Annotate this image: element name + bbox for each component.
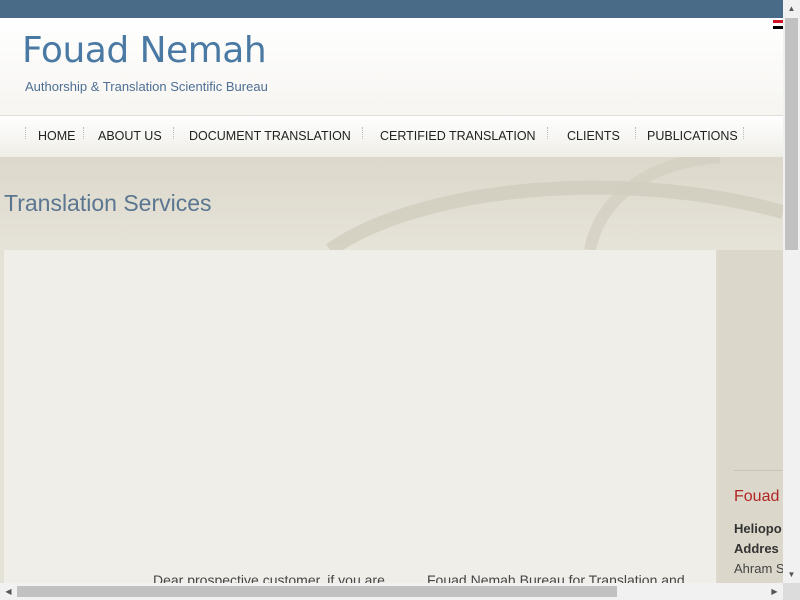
site-logo-subtitle: Authorship & Translation Scientific Bure… (25, 79, 268, 94)
nav-separator (362, 127, 364, 139)
nav-item-document-translation[interactable]: DOCUMENT TRANSLATION (189, 129, 351, 143)
nav-item-about-us[interactable]: ABOUT US (98, 129, 162, 143)
main-content-panel (4, 250, 718, 585)
vertical-scrollbar[interactable]: ▲ ▼ (783, 0, 800, 583)
nav-separator (25, 127, 27, 139)
vertical-scroll-thumb[interactable] (785, 18, 798, 250)
scroll-up-icon[interactable]: ▲ (783, 0, 800, 17)
scroll-down-icon[interactable]: ▼ (783, 566, 800, 583)
nav-separator (743, 127, 745, 139)
site-logo-title[interactable]: Fouad Nemah (22, 30, 267, 71)
sidebar-contact-title: Fouad (734, 488, 780, 505)
egypt-flag-icon[interactable] (773, 20, 783, 29)
horizontal-scrollbar[interactable]: ◀ ▶ (0, 583, 783, 600)
horizontal-scroll-thumb[interactable] (17, 586, 617, 597)
nav-separator (635, 127, 637, 139)
top-bar (0, 0, 783, 18)
site-header: Fouad Nemah Authorship & Translation Sci… (0, 18, 783, 115)
scrollbar-corner (783, 583, 800, 600)
nav-item-certified-translation[interactable]: CERTIFIED TRANSLATION (380, 129, 536, 143)
sidebar-address-label: Addres (734, 541, 779, 556)
sidebar-address-text: Ahram S (734, 561, 783, 576)
nav-separator (83, 127, 85, 139)
nav-item-publications[interactable]: PUBLICATIONS (647, 129, 738, 143)
nav-separator (547, 127, 549, 139)
nav-item-home[interactable]: HOME (38, 129, 76, 143)
main-navigation: HOME ABOUT US DOCUMENT TRANSLATION CERTI… (0, 115, 783, 158)
sidebar-location: Heliopo (734, 521, 782, 536)
sidebar-contact-clip: Fouad Heliopo Addres Ahram S (734, 470, 783, 585)
page-title: Translation Services (4, 190, 212, 216)
scroll-left-icon[interactable]: ◀ (0, 583, 17, 600)
nav-item-clients[interactable]: CLIENTS (567, 129, 620, 143)
scroll-right-icon[interactable]: ▶ (766, 583, 783, 600)
nav-separator (173, 127, 175, 139)
